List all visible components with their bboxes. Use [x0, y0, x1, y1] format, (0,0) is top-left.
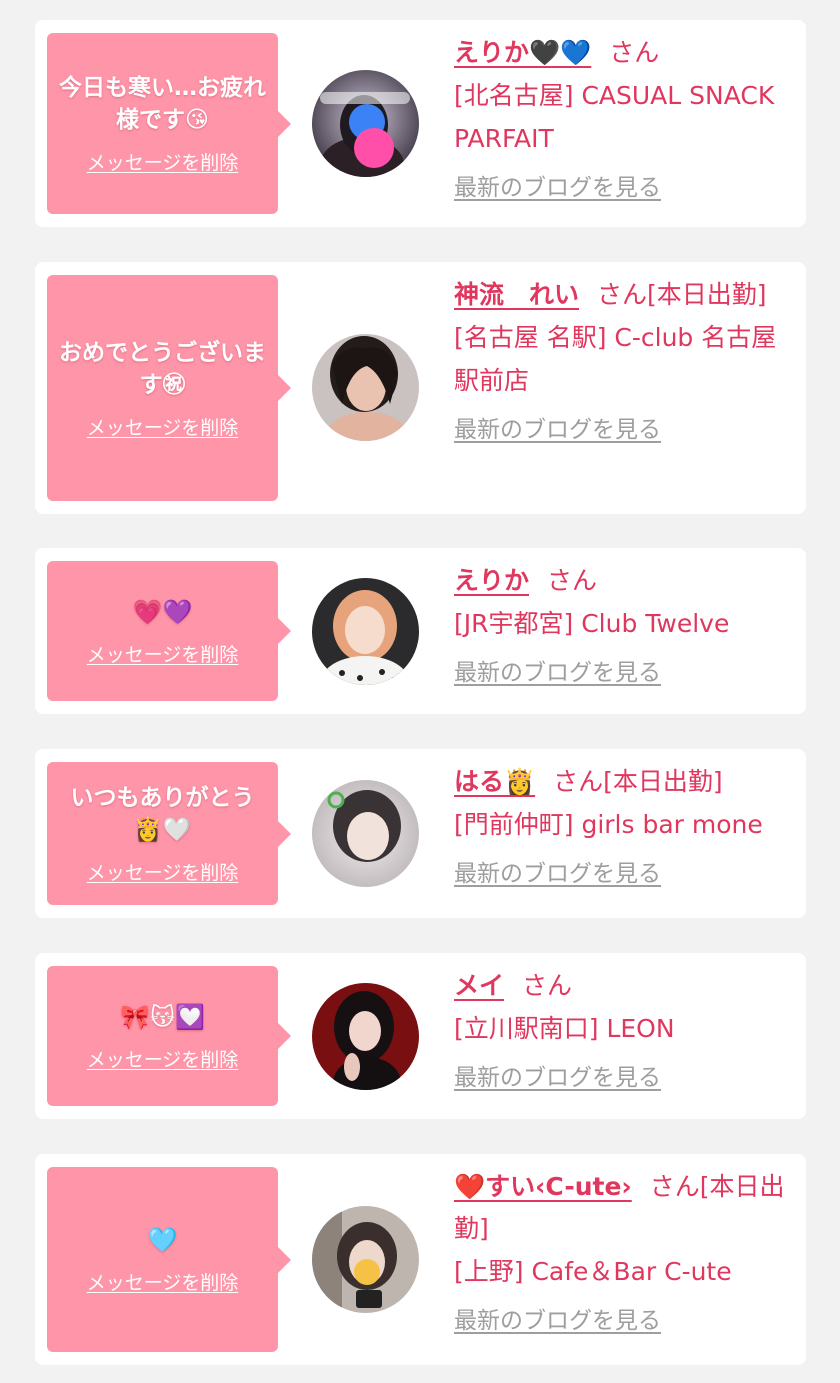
avatar-photo [312, 70, 419, 177]
avatar[interactable] [312, 578, 419, 685]
message-text: 🎀😽💟 [120, 1002, 205, 1031]
delete-message-link[interactable]: メッセージを削除 [87, 858, 239, 885]
message-text: いつもありがとう👸🤍 [70, 785, 255, 843]
avatar[interactable] [312, 70, 419, 177]
message-text: 今日も寒い…お疲れ様です😘 [59, 75, 266, 133]
delete-message-link[interactable]: メッセージを削除 [87, 1268, 239, 1295]
honorific: さん [553, 767, 604, 796]
latest-blog-link[interactable]: 最新のブログを見る [454, 1301, 661, 1335]
honorific: さん [609, 38, 660, 67]
sender-info: えりか さん [JR宇都宮] Club Twelve 最新のブログを見る [454, 560, 796, 687]
honorific: さん [597, 280, 648, 309]
message-card: 💗💜 メッセージを削除 えりか さん [JR宇都宮] Club Twelve 最新… [35, 548, 806, 714]
message-list: 今日も寒い…お疲れ様です😘 メッセージを削除 えりか🖤💙 さん [北名古屋] CA… [0, 0, 840, 1383]
attendance-status: [本日出勤] [603, 767, 723, 796]
delete-message-link[interactable]: メッセージを削除 [87, 640, 239, 667]
sender-info: 神流 れい さん[本日出勤] [名古屋 名駅] C-club 名古屋駅前店 最新の… [454, 274, 796, 444]
delete-message-link[interactable]: メッセージを削除 [87, 148, 239, 175]
message-card: おめでとうございます㊗ メッセージを削除 神流 れい さん[本日出勤] [名古屋 … [35, 262, 806, 514]
message-card: 🩵 メッセージを削除 ❤️すい‹C-ute› さん[本日出勤] [上野] Cafe… [35, 1154, 806, 1365]
latest-blog-link[interactable]: 最新のブログを見る [454, 854, 661, 888]
latest-blog-link[interactable]: 最新のブログを見る [454, 168, 661, 202]
latest-blog-link[interactable]: 最新のブログを見る [454, 1058, 661, 1092]
sender-info: はる👸 さん[本日出勤] [門前仲町] girls bar mone 最新のブログ… [454, 761, 796, 888]
shop-name: [上野] Cafe＆Bar C-ute [454, 1257, 732, 1286]
sender-name-link[interactable]: メイ [454, 971, 504, 1000]
message-bubble: 🎀😽💟 メッセージを削除 [47, 966, 291, 1106]
attendance-status: [本日出勤] [647, 280, 767, 309]
avatar-photo [312, 780, 419, 887]
honorific: さん [522, 971, 573, 1000]
message-card: 🎀😽💟 メッセージを削除 メイ さん [立川駅南口] LEON 最新のブログを見る [35, 953, 806, 1119]
sender-name-link[interactable]: はる👸 [454, 767, 535, 796]
message-text: おめでとうございます㊗ [59, 339, 266, 398]
avatar[interactable] [312, 1206, 419, 1313]
message-bubble: 今日も寒い…お疲れ様です😘 メッセージを削除 [47, 33, 291, 214]
sender-name-link[interactable]: ❤️すい‹C-ute› [454, 1172, 632, 1201]
sender-info: メイ さん [立川駅南口] LEON 最新のブログを見る [454, 965, 796, 1092]
avatar-photo [312, 578, 419, 685]
message-text: 💗💜 [132, 597, 193, 626]
latest-blog-link[interactable]: 最新のブログを見る [454, 410, 661, 444]
delete-message-link[interactable]: メッセージを削除 [87, 1045, 239, 1072]
shop-name: [立川駅南口] LEON [454, 1014, 675, 1043]
message-bubble: 🩵 メッセージを削除 [47, 1167, 291, 1352]
shop-name: [門前仲町] girls bar mone [454, 810, 763, 839]
message-text: 🩵 [147, 1226, 178, 1254]
shop-name: [名古屋 名駅] C-club 名古屋駅前店 [454, 323, 777, 395]
sender-name-link[interactable]: えりか [454, 566, 529, 595]
avatar-photo [312, 334, 419, 441]
shop-name: [JR宇都宮] Club Twelve [454, 609, 730, 638]
message-bubble: おめでとうございます㊗ メッセージを削除 [47, 275, 291, 501]
delete-message-link[interactable]: メッセージを削除 [87, 413, 239, 440]
message-bubble: 💗💜 メッセージを削除 [47, 561, 291, 701]
message-card: 今日も寒い…お疲れ様です😘 メッセージを削除 えりか🖤💙 さん [北名古屋] CA… [35, 20, 806, 227]
avatar[interactable] [312, 983, 419, 1090]
message-bubble: いつもありがとう👸🤍 メッセージを削除 [47, 762, 291, 905]
avatar-photo [312, 983, 419, 1090]
avatar-photo [312, 1206, 419, 1313]
sender-info: えりか🖤💙 さん [北名古屋] CASUAL SNACK PARFAIT 最新のブ… [454, 32, 796, 202]
sender-info: ❤️すい‹C-ute› さん[本日出勤] [上野] Cafe＆Bar C-ute … [454, 1166, 796, 1335]
honorific: さん [547, 566, 598, 595]
latest-blog-link[interactable]: 最新のブログを見る [454, 653, 661, 687]
honorific: さん [649, 1172, 700, 1201]
avatar[interactable] [312, 780, 419, 887]
sender-name-link[interactable]: えりか🖤💙 [454, 38, 591, 67]
sender-name-link[interactable]: 神流 れい [454, 280, 579, 309]
shop-name: [北名古屋] CASUAL SNACK PARFAIT [454, 81, 775, 153]
message-card: いつもありがとう👸🤍 メッセージを削除 はる👸 さん[本日出勤] [門前仲町] g… [35, 749, 806, 918]
avatar[interactable] [312, 334, 419, 441]
